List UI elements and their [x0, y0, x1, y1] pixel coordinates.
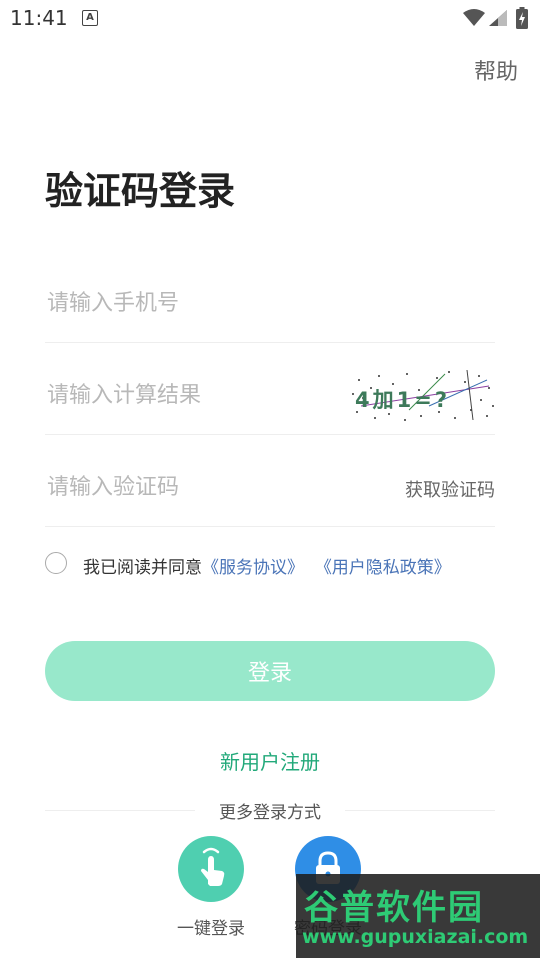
watermark-logo: 谷普软件园 — [304, 888, 484, 928]
touch-hand-icon — [201, 847, 225, 886]
agreement-checkbox[interactable] — [45, 552, 67, 574]
calc-field: 4加1=? — [45, 344, 495, 435]
register-link[interactable]: 新用户注册 — [0, 746, 540, 775]
status-time: 11:41 — [10, 6, 68, 30]
agreement-row: 我已阅读并同意《服务协议》 《用户隐私政策》 — [45, 550, 505, 578]
login-button[interactable]: 登录 — [45, 641, 495, 701]
service-agreement-link[interactable]: 《服务协议》 — [202, 558, 304, 578]
phone-input[interactable] — [45, 282, 349, 324]
page-title: 验证码登录 — [45, 169, 236, 213]
text-a-icon: A — [82, 10, 98, 26]
one-key-login-circle — [178, 836, 244, 902]
more-login-divider: 更多登录方式 — [45, 798, 495, 823]
one-key-login-button[interactable]: 一键登录 — [161, 836, 261, 939]
watermark-overlay: 谷普软件园 www.gupuxiazai.com — [296, 874, 540, 958]
phone-field — [45, 252, 495, 343]
battery-charging-icon — [516, 7, 528, 29]
code-field: 获取验证码 — [45, 436, 495, 527]
wifi-icon — [463, 9, 485, 26]
agreement-text: 我已阅读并同意《服务协议》 《用户隐私政策》 — [83, 553, 451, 578]
signal-icon — [489, 10, 507, 26]
calc-result-input[interactable] — [45, 374, 349, 416]
watermark-url: www.gupuxiazai.com — [302, 926, 529, 948]
get-code-button[interactable]: 获取验证码 — [405, 476, 495, 502]
verification-code-input[interactable] — [45, 466, 349, 508]
divider-line — [345, 810, 495, 811]
captcha-text: 4加1=? — [355, 388, 451, 412]
status-bar: 11:41 A — [0, 0, 540, 36]
help-link[interactable]: 帮助 — [474, 54, 518, 86]
captcha-image[interactable]: 4加1=? — [349, 366, 495, 424]
privacy-policy-link[interactable]: 《用户隐私政策》 — [315, 558, 451, 578]
agreement-prefix: 我已阅读并同意 — [83, 558, 202, 578]
one-key-login-label: 一键登录 — [177, 919, 245, 939]
